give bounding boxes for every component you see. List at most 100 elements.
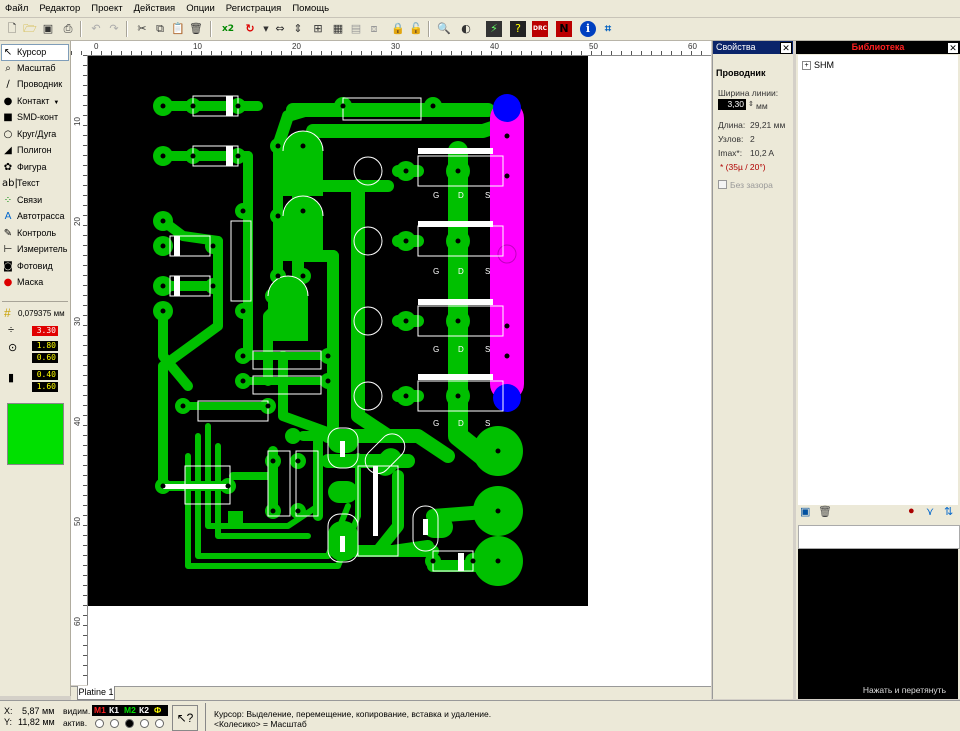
mirror-v-icon[interactable]: ⇕ — [290, 21, 306, 37]
tool-11[interactable]: ✎ Контроль — [2, 226, 68, 241]
library-save-icon[interactable]: ▣ — [800, 505, 810, 518]
drill-hole — [340, 103, 346, 109]
ruler-left-label: 60 — [72, 617, 82, 626]
new-icon[interactable]: 🗋 — [4, 21, 20, 37]
layer-color-swatch[interactable] — [7, 403, 64, 465]
layer-active-radio-2[interactable] — [125, 719, 134, 728]
layer-active-radio-1[interactable] — [110, 719, 119, 728]
tool-2[interactable]: ∕ Проводник — [2, 77, 68, 92]
align-icon[interactable]: ⊞ — [310, 21, 326, 37]
layer-toggle-4[interactable]: Ф — [154, 705, 161, 715]
menu-item-5[interactable]: Регистрация — [221, 3, 288, 14]
pad-outer-value[interactable]: 1.80 — [32, 341, 58, 351]
tree-item-shm[interactable]: SHM — [814, 60, 834, 70]
drill-hole — [190, 153, 196, 159]
library-tree[interactable]: + SHM — [798, 55, 958, 505]
width-value-field[interactable]: 3,30 — [718, 99, 746, 110]
tool-8[interactable]: ab|Текст — [2, 176, 68, 191]
paste-icon[interactable]: 📋 — [170, 21, 186, 37]
undo-icon[interactable]: ↶ — [88, 21, 104, 37]
drill-hole — [270, 458, 276, 464]
pad-inner-value[interactable]: 0.60 — [32, 353, 58, 363]
tree-expand-icon[interactable]: + — [802, 61, 811, 70]
ratsnest-icon[interactable]: ⚡ — [486, 21, 502, 37]
tool-4[interactable]: ■ SMD-конт — [2, 110, 68, 125]
group-icon[interactable]: ▦ — [330, 21, 346, 37]
layer-active-radio-4[interactable] — [155, 719, 164, 728]
tool-label: Контакт — [17, 95, 50, 106]
tool-10[interactable]: A Автотрасса — [2, 209, 68, 224]
menu-item-6[interactable]: Помощь — [287, 3, 335, 14]
smd-height-value[interactable]: 1.60 — [32, 382, 58, 392]
tool-5[interactable]: ○ Круг/Дуга — [2, 127, 68, 142]
mirror-h-icon[interactable]: ⇔ — [272, 21, 288, 37]
menu-item-1[interactable]: Редактор — [34, 3, 86, 14]
tool-9[interactable]: ⁘ Связи — [2, 193, 68, 208]
layer-icon[interactable]: ⧈ — [366, 21, 382, 37]
tool-3[interactable]: ● Контакт ▼ — [2, 94, 68, 109]
gerber-icon[interactable]: N — [556, 21, 572, 37]
library-title: Библиотека — [796, 41, 960, 54]
grid-value[interactable]: 0,079375 мм — [18, 309, 65, 318]
zoom-x2-icon[interactable]: x2 — [220, 21, 236, 37]
copy-icon[interactable]: ⧉ — [152, 21, 168, 37]
drill-hole — [235, 153, 241, 159]
chevron-down-icon[interactable]: ▼ — [53, 100, 59, 106]
drill-hole — [470, 558, 476, 564]
menu-item-3[interactable]: Действия — [129, 3, 182, 14]
open-icon[interactable]: 🗁 — [22, 21, 38, 37]
lock-icon[interactable]: 🔒 — [390, 21, 406, 37]
library-close-icon[interactable]: ✕ — [947, 42, 959, 54]
rotate-icon[interactable]: ↻ — [242, 21, 258, 37]
drc-icon[interactable]: DRC — [532, 21, 548, 37]
no-clearance-checkbox[interactable] — [718, 180, 727, 189]
library-refresh-icon[interactable]: ⇅ — [944, 505, 953, 518]
delete-icon[interactable]: 🗑 — [188, 21, 204, 37]
menu-item-2[interactable]: Проект — [86, 3, 128, 14]
ungroup-icon[interactable]: ▤ — [348, 21, 364, 37]
save-icon[interactable]: ▣ — [40, 21, 56, 37]
layer-active-radio-3[interactable] — [140, 719, 149, 728]
tool-6[interactable]: ◢ Полигон — [2, 143, 68, 158]
tab-platine-1[interactable]: Platine 1 — [77, 686, 115, 700]
track-width-icon: ÷ — [8, 324, 15, 336]
fet4-s-label: S — [485, 419, 490, 428]
layer-toggle-1[interactable]: К1 — [109, 705, 119, 715]
contrast-icon[interactable]: ◐ — [458, 21, 474, 37]
info-icon[interactable]: i — [580, 21, 596, 37]
tool-7[interactable]: ✿ Фигура — [2, 160, 68, 175]
menu-item-0[interactable]: Файл — [0, 3, 34, 14]
cut-icon[interactable]: ✂ — [134, 21, 150, 37]
unlock-icon[interactable]: 🔓 — [408, 21, 424, 37]
layer-toggle-3[interactable]: К2 — [139, 705, 149, 715]
autoroute-icon[interactable]: ⌗ — [600, 21, 616, 37]
ruler-left-label: 10 — [72, 117, 82, 126]
library-filter-icon[interactable]: ⋎ — [926, 505, 934, 518]
tool-0[interactable]: ↖ Курсор — [1, 44, 69, 61]
library-record-icon[interactable]: ● — [908, 505, 915, 517]
layer-active-radio-0[interactable] — [95, 719, 104, 728]
track-width-value[interactable]: 3.30 — [32, 326, 58, 336]
pcb-canvas[interactable]: G D S G D S G D S G D S — [88, 56, 711, 686]
properties-close-icon[interactable]: ✕ — [780, 42, 792, 54]
redo-icon[interactable]: ↷ — [106, 21, 122, 37]
tool-1[interactable]: ⌕ Масштаб — [2, 61, 68, 76]
layer-toggle-0[interactable]: М1 — [94, 705, 106, 715]
grid-icon[interactable]: # — [4, 306, 11, 320]
tool-14[interactable]: ● Маска — [2, 275, 68, 290]
pcb-drawing[interactable]: G D S G D S G D S G D S — [88, 56, 711, 686]
print-icon[interactable]: ⎙ — [60, 21, 76, 37]
help-query-icon[interactable]: ? — [510, 21, 526, 37]
tool-13[interactable]: ◙ Фотовид — [2, 259, 68, 274]
layer-toggle-2[interactable]: М2 — [124, 705, 136, 715]
smd-width-value[interactable]: 0.40 — [32, 370, 58, 380]
width-spinner-icon[interactable]: ⇕ — [748, 100, 754, 108]
menu-item-4[interactable]: Опции — [181, 3, 221, 14]
library-delete-icon[interactable]: 🗑 — [818, 505, 832, 518]
library-search-field[interactable] — [798, 525, 960, 549]
ruler-top-label: 50 — [589, 42, 598, 51]
tool-12[interactable]: ⊢ Измеритель — [2, 242, 68, 257]
zoom-fit-icon[interactable]: 🔍 — [436, 21, 452, 37]
help-cursor-icon[interactable]: ↖? — [172, 705, 198, 731]
drill-hole — [455, 168, 461, 174]
